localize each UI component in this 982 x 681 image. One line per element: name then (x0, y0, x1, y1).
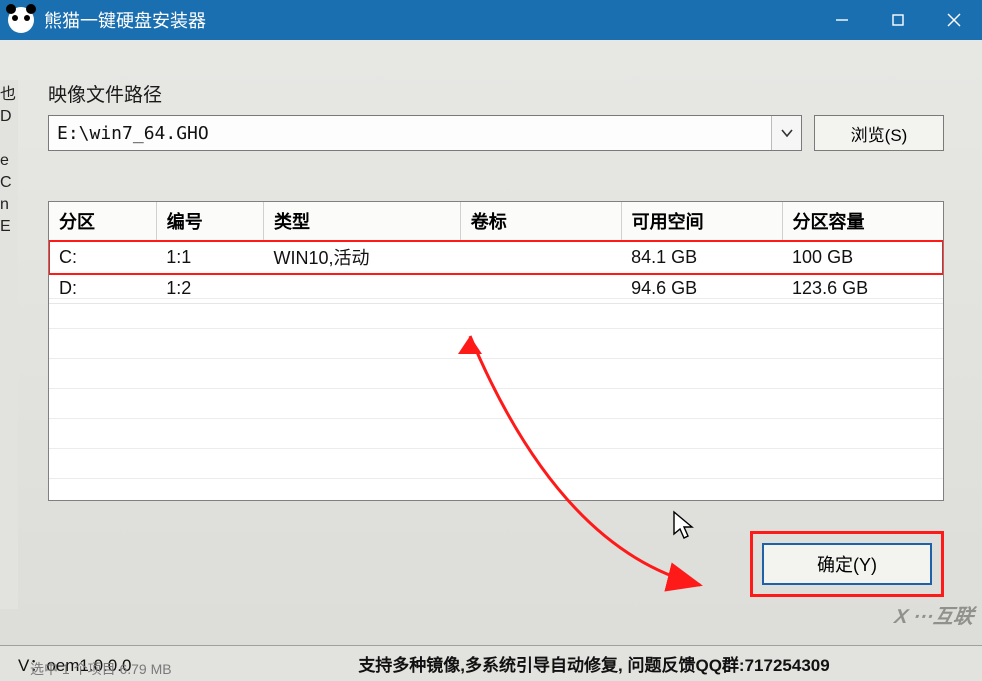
close-button[interactable] (926, 0, 982, 40)
table-header-row: 分区 编号 类型 卷标 可用空间 分区容量 (49, 202, 943, 241)
chevron-down-icon (780, 126, 794, 140)
window-title: 熊猫一键硬盘安装器 (44, 7, 206, 33)
status-message: 支持多种镜像,多系统引导自动修复, 问题反馈QQ群:717254309 (218, 651, 970, 676)
th-free[interactable]: 可用空间 (621, 202, 782, 241)
cursor-icon (672, 510, 698, 542)
cell-label (460, 241, 621, 274)
image-path-row: 浏览(S) (48, 115, 944, 151)
browse-button[interactable]: 浏览(S) (814, 115, 944, 151)
panda-icon (8, 7, 34, 33)
titlebar: 熊猫一键硬盘安装器 (0, 0, 982, 40)
left-edge-artifact: 也D eCnE (0, 80, 18, 609)
table-row[interactable]: C:1:1WIN10,活动 84.1 GB100 GB (49, 241, 943, 274)
confirm-button-label: 确定(Y) (817, 551, 877, 577)
partition-table-wrap: 分区 编号 类型 卷标 可用空间 分区容量 C:1:1WIN10,活动 84.1 … (48, 201, 944, 501)
app-window: 熊猫一键硬盘安装器 也D eCnE 映像文件路径 (0, 0, 982, 681)
th-type[interactable]: 类型 (264, 202, 461, 241)
image-path-dropdown-button[interactable] (771, 116, 801, 150)
th-size[interactable]: 分区容量 (782, 202, 943, 241)
body-area: 也D eCnE 映像文件路径 浏览(S) (0, 40, 982, 645)
th-label[interactable]: 卷标 (460, 202, 621, 241)
cell-free: 84.1 GB (621, 241, 782, 274)
bottom-ghost-text: 选中 1 个项目 6.79 MB (30, 659, 172, 679)
image-path-label: 映像文件路径 (48, 80, 944, 107)
cell-partition: C: (49, 241, 156, 274)
cell-type: WIN10,活动 (264, 241, 461, 274)
partition-table[interactable]: 分区 编号 类型 卷标 可用空间 分区容量 C:1:1WIN10,活动 84.1 … (49, 202, 943, 304)
th-number[interactable]: 编号 (156, 202, 263, 241)
cell-number: 1:1 (156, 241, 263, 274)
image-path-combobox[interactable] (48, 115, 802, 151)
browse-button-label: 浏览(S) (851, 121, 908, 146)
confirm-area: 确定(Y) (762, 543, 932, 585)
maximize-button[interactable] (870, 0, 926, 40)
confirm-button[interactable]: 确定(Y) (762, 543, 932, 585)
image-path-input[interactable] (49, 116, 771, 150)
cell-size: 100 GB (782, 241, 943, 274)
th-partition[interactable]: 分区 (49, 202, 156, 241)
table-grid-fill (49, 298, 943, 500)
minimize-button[interactable] (814, 0, 870, 40)
watermark: X ···互联 (893, 600, 976, 629)
